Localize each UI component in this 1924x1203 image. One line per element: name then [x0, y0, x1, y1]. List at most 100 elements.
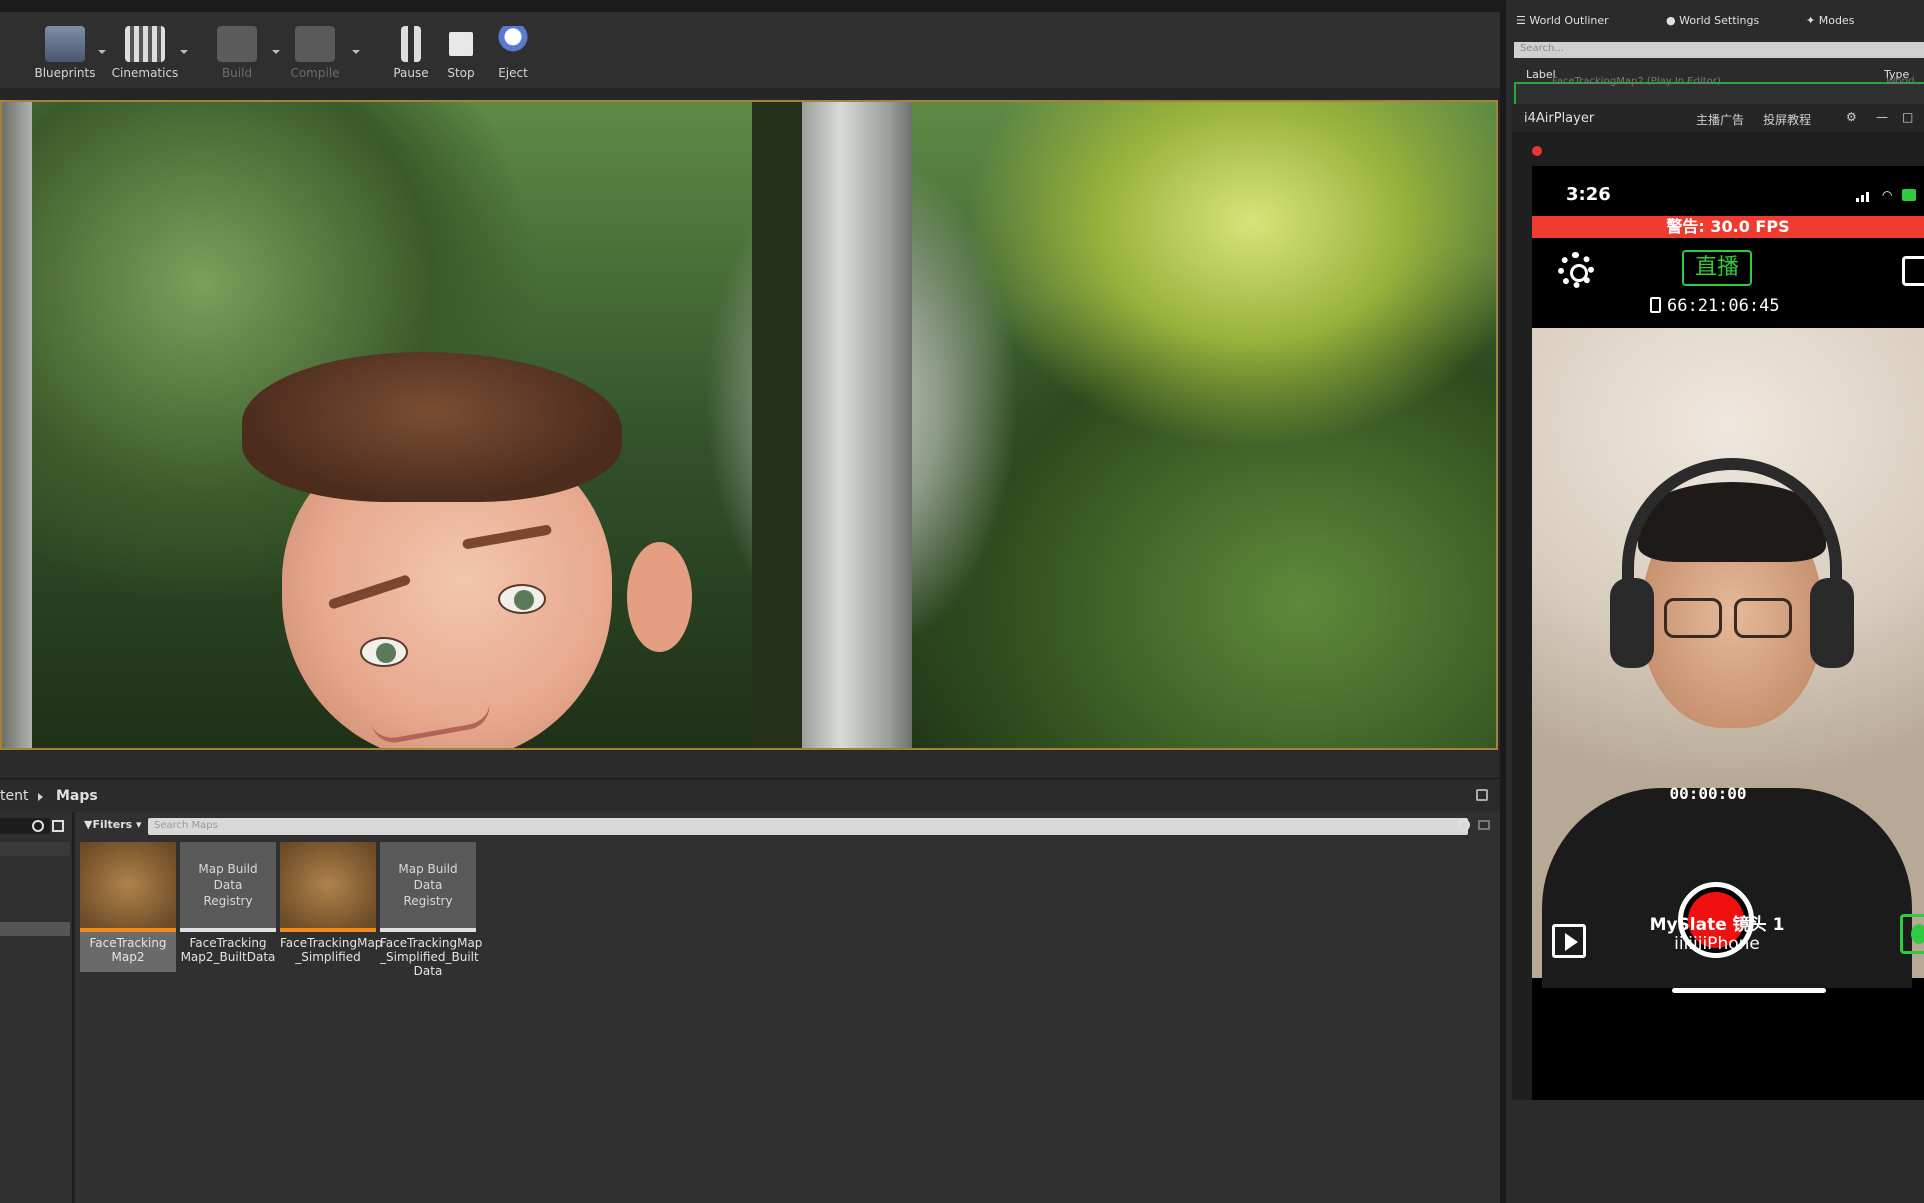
compile-dropdown-arrow-icon[interactable] — [352, 50, 360, 54]
cinematics-dropdown-arrow-icon[interactable] — [180, 50, 188, 54]
cinematics-clapper-icon — [125, 26, 165, 62]
breadcrumb-content[interactable]: tent — [0, 788, 28, 804]
breadcrumb-separator-icon — [38, 793, 43, 801]
build-dropdown-arrow-icon[interactable] — [272, 50, 280, 54]
phone-bottom-bar: MySlate 镜头 1 iiiiiiiPhone — [1532, 896, 1924, 996]
asset-name: FaceTrackingMap _Simplified — [280, 932, 382, 964]
fps-warning-banner: 警告: 30.0 FPS — [1532, 216, 1924, 238]
asset-name-line: FaceTrackingMap — [380, 936, 483, 950]
slate-name[interactable]: MySlate 镜头 1 — [1532, 910, 1902, 935]
filters-label: Filters — [92, 818, 133, 831]
asset-name: FaceTracking Map2_BuiltData — [180, 932, 276, 964]
asset-facetracking-map2[interactable]: FaceTracking Map2 — [80, 842, 176, 972]
dark-trunk — [752, 102, 802, 748]
asset-view: ▼Filters ▾ Search Maps FaceTracking Map2 … — [76, 812, 1500, 1203]
airplayer-title: i4AirPlayer — [1524, 111, 1595, 126]
settings-gear-icon[interactable] — [1558, 252, 1594, 288]
asset-facetracking-map-simplified-builtdata[interactable]: Map Build Data Registry FaceTrackingMap _… — [380, 842, 482, 978]
face-tracking-icon[interactable] — [1900, 914, 1924, 954]
main-toolbar: Blueprints Cinematics Build Compile Paus… — [0, 0, 1500, 112]
search-maps-input[interactable]: Search Maps — [148, 818, 1468, 835]
home-indicator[interactable] — [1672, 988, 1826, 993]
timecode-value: 66:21:06:45 — [1667, 296, 1780, 316]
registry-thumbnail: Map Build Data Registry — [180, 842, 276, 932]
asset-name-line: FaceTracking — [89, 936, 167, 950]
settings-gear-icon[interactable]: ⚙ — [1846, 110, 1857, 124]
registry-thumbnail: Map Build Data Registry — [380, 842, 476, 932]
status-time: 3:26 — [1566, 184, 1611, 205]
tab-world-settings[interactable]: ● World Settings — [1666, 14, 1759, 27]
cinematics-button[interactable]: Cinematics — [110, 26, 180, 86]
outliner-row-label[interactable]: FaceTrackingMap2 (Play In Editor) — [1552, 76, 1721, 87]
asset-name: FaceTracking Map2 — [80, 932, 176, 964]
folder-search-icon[interactable] — [32, 820, 44, 832]
timecode-display: 66:21:06:45 — [1650, 296, 1780, 316]
folder-tree-row[interactable] — [0, 842, 70, 856]
globe-icon: ● — [1666, 14, 1680, 27]
tab-label: Modes — [1818, 14, 1855, 27]
character-boy-face — [232, 352, 692, 748]
search-icon[interactable] — [1458, 819, 1470, 831]
asset-name-line: Data — [413, 964, 443, 978]
compile-button[interactable]: Compile — [280, 26, 350, 86]
airplayer-titlebar: i4AirPlayer 主播广告 投屏教程 ⚙ — □ — [1512, 104, 1924, 132]
asset-name-line: Map2 — [111, 950, 145, 964]
maximize-icon[interactable]: □ — [1902, 110, 1913, 124]
stop-icon — [449, 32, 473, 56]
blueprints-label: Blueprints — [34, 66, 96, 80]
level-viewport[interactable] — [0, 100, 1498, 750]
headphone-left-cup — [1610, 578, 1654, 668]
breadcrumb-maps[interactable]: Maps — [56, 788, 98, 804]
asset-facetracking-map-simplified[interactable]: FaceTrackingMap _Simplified — [280, 842, 382, 972]
left-trunk — [2, 102, 32, 748]
save-search-icon[interactable] — [1478, 820, 1490, 830]
record-time: 00:00:00 — [1669, 784, 1747, 803]
asset-name-line: FaceTracking — [189, 936, 267, 950]
asset-facetracking-map2-builtdata[interactable]: Map Build Data Registry FaceTracking Map2… — [180, 842, 276, 972]
compile-icon — [295, 26, 335, 62]
eject-button[interactable]: Eject — [478, 26, 548, 86]
headphone-band — [1622, 458, 1842, 638]
folder-tree-panel — [0, 812, 74, 1203]
outliner-search-input[interactable]: Search... — [1514, 42, 1924, 58]
view-list-icon[interactable] — [52, 820, 64, 832]
tab-modes[interactable]: ✦ Modes — [1806, 14, 1854, 27]
signal-icon — [1861, 195, 1864, 202]
recording-indicator-icon — [1532, 146, 1542, 156]
content-browser-header: tent Maps — [0, 778, 1500, 812]
character-left-eye — [360, 637, 408, 667]
panel-tabs: ☰ World Outliner ● World Settings ✦ Mode… — [1506, 12, 1924, 32]
tab-world-outliner[interactable]: ☰ World Outliner — [1516, 14, 1609, 27]
camera-switch-icon[interactable] — [1902, 256, 1924, 286]
outliner-icon: ☰ — [1516, 14, 1530, 27]
minimize-icon[interactable]: — — [1876, 110, 1888, 124]
tutorial-link[interactable]: 投屏教程 — [1763, 113, 1811, 127]
ad-link[interactable]: 主播广告 — [1696, 113, 1744, 127]
build-label: Build — [221, 66, 253, 80]
filters-button[interactable]: ▼Filters ▾ — [84, 818, 142, 831]
birch-trunk — [792, 102, 912, 748]
blueprints-button[interactable]: Blueprints — [30, 26, 100, 86]
blueprints-dropdown-arrow-icon[interactable] — [98, 50, 106, 54]
map-thumbnail-icon — [280, 842, 376, 932]
build-icon — [217, 26, 257, 62]
eject-label: Eject — [498, 66, 528, 80]
character-hair — [242, 352, 622, 502]
lock-icon[interactable] — [1476, 789, 1488, 801]
character-ear — [627, 542, 692, 652]
asset-name: FaceTrackingMap _Simplified_Built Data — [380, 932, 482, 978]
airplayer-window: i4AirPlayer 主播广告 投屏教程 ⚙ — □ 3:26 ◠ 警告: 3… — [1512, 104, 1924, 1100]
character-right-eye — [498, 584, 546, 614]
asset-name-line: Map2_BuiltData — [180, 950, 276, 964]
camera-feed — [1532, 328, 1924, 988]
pause-icon — [401, 26, 421, 62]
folder-tree-selected-row[interactable] — [0, 922, 70, 936]
asset-name-line: _Simplified_Built — [380, 950, 479, 964]
editor-window: Blueprints Cinematics Build Compile Paus… — [0, 0, 1924, 1203]
timecode-icon — [1650, 297, 1661, 313]
live-button[interactable]: 直播 — [1682, 250, 1752, 286]
modes-icon: ✦ — [1806, 14, 1819, 27]
asset-name-line: FaceTrackingMap — [280, 936, 383, 950]
build-button[interactable]: Build — [202, 26, 272, 86]
forest-background — [2, 102, 1496, 748]
